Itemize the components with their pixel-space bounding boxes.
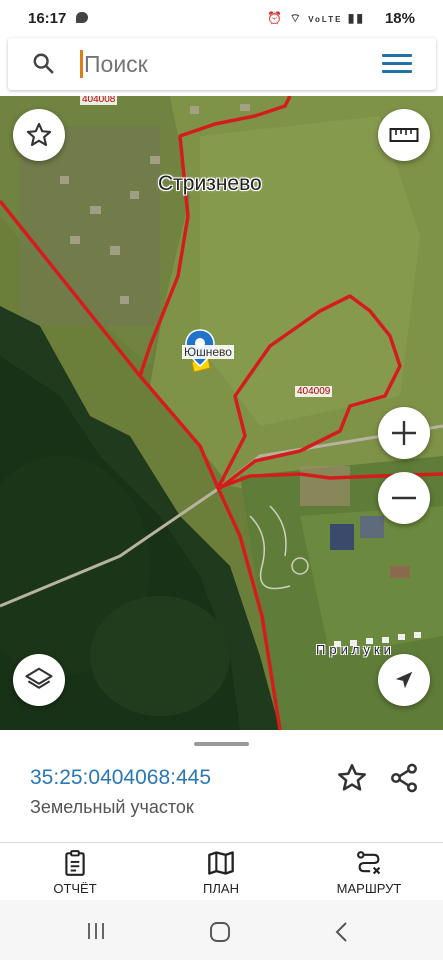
layers-button[interactable] (13, 654, 65, 706)
menu-icon[interactable] (382, 54, 412, 74)
drag-handle[interactable] (194, 742, 249, 746)
add-favorite-star-icon[interactable] (336, 762, 368, 794)
navigation-arrow-icon (395, 671, 413, 689)
minus-icon (392, 496, 416, 500)
map-plan-icon (208, 851, 234, 875)
measure-button[interactable] (378, 109, 430, 161)
parcel-label-top: 404008 (80, 96, 118, 105)
marker-label: Юшнево (182, 345, 234, 359)
star-icon (26, 122, 52, 146)
route-icon (357, 851, 381, 875)
cadastral-number[interactable]: 35:25:0404068:445 (30, 766, 211, 790)
nav-plan-label: ПЛАН (203, 881, 239, 896)
nav-route-label: МАРШРУТ (336, 881, 402, 896)
report-clipboard-icon (65, 850, 85, 876)
nav-report-label: ОТЧЁТ (53, 881, 97, 896)
status-bar: 16:17 ⏰ ⌔ VoLTE ▮▮ 18% (0, 0, 443, 36)
nav-plan[interactable]: ПЛАН (166, 849, 276, 896)
status-icons: ⏰ ⌔ VoLTE ▮▮ (267, 11, 365, 25)
nav-route[interactable]: МАРШРУТ (314, 849, 424, 896)
plus-icon (392, 421, 416, 445)
share-icon[interactable] (388, 762, 420, 794)
ruler-icon (389, 128, 419, 142)
village-label-bottom: Прилуки (316, 642, 395, 657)
parcel-label-right: 404009 (295, 386, 333, 397)
system-navigation-bar (0, 900, 443, 960)
nav-report[interactable]: ОТЧЁТ (20, 849, 130, 896)
zoom-in-button[interactable] (378, 407, 430, 459)
battery-level: 18% (384, 10, 415, 27)
search-input[interactable] (84, 51, 364, 78)
search-icon[interactable] (32, 52, 54, 74)
favorite-button[interactable] (13, 109, 65, 161)
my-location-button[interactable] (378, 654, 430, 706)
back-icon[interactable] (334, 921, 350, 943)
parcel-type: Земельный участок (30, 797, 194, 817)
status-time: 16:17 (28, 10, 67, 27)
home-icon[interactable] (209, 921, 231, 943)
bottom-navigation: ОТЧЁТ ПЛАН МАРШРУТ (0, 842, 443, 900)
place-name-label: Стризнево (158, 172, 262, 195)
parcel-info-panel: 35:25:0404068:445 Земельный участок (0, 730, 443, 842)
recent-apps-icon[interactable] (86, 922, 106, 940)
search-bar (8, 38, 436, 90)
text-cursor (80, 50, 83, 78)
chat-notification-icon (76, 12, 88, 23)
zoom-out-button[interactable] (378, 472, 430, 524)
network-indicator: VoLTE (308, 15, 343, 24)
layers-icon (25, 667, 53, 689)
map-view[interactable]: 404008 404009 Стризнево Юшнево Прилуки (0, 96, 443, 730)
